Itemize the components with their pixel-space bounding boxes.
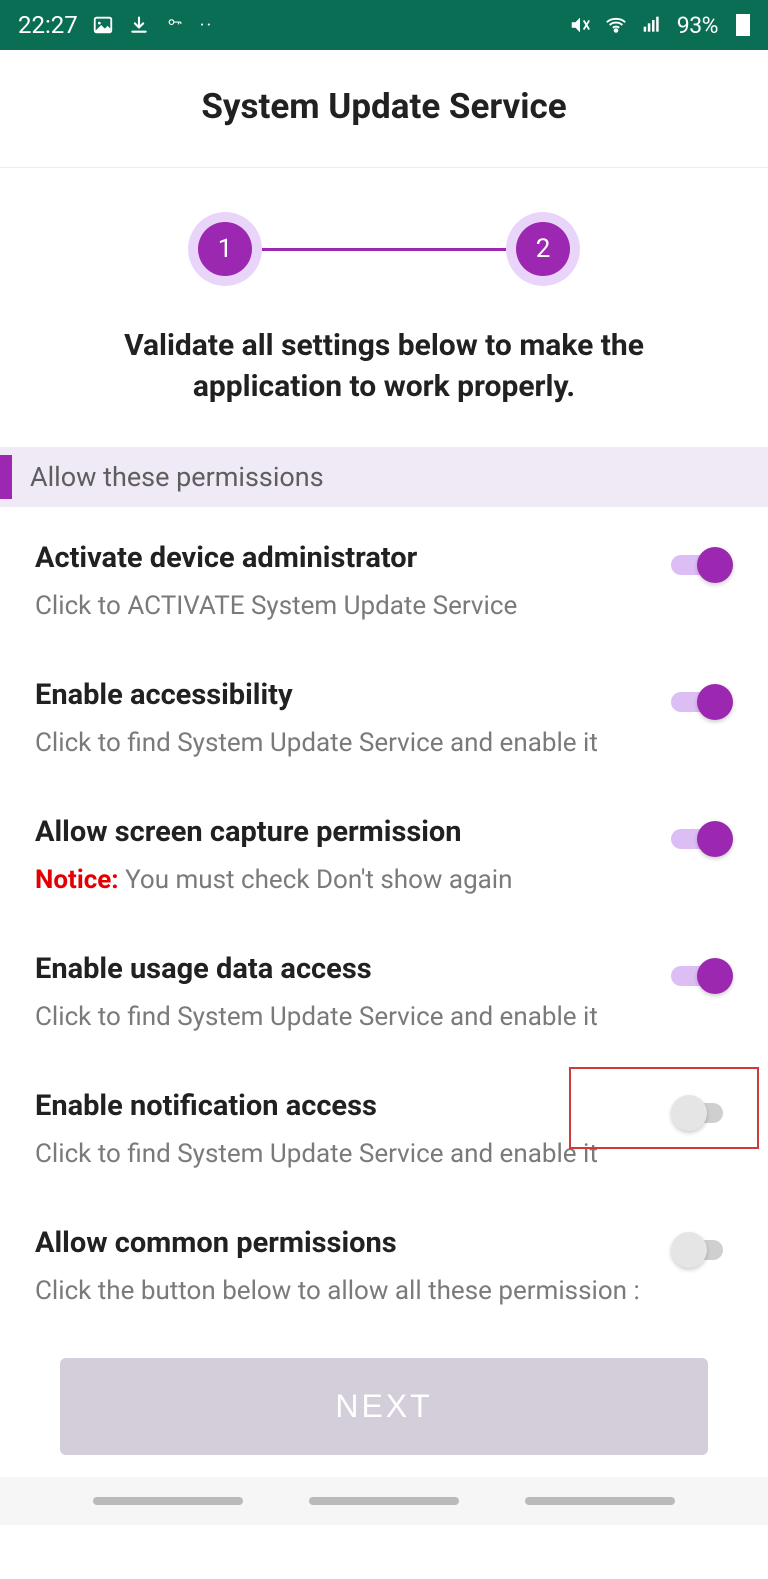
permission-item[interactable]: Enable usage data access Click to find Sy…: [0, 924, 768, 1061]
permission-toggle[interactable]: [671, 547, 733, 583]
back-button[interactable]: [525, 1497, 675, 1505]
permission-toggle[interactable]: [671, 821, 733, 857]
permission-toggle[interactable]: [671, 1232, 733, 1268]
permission-toggle[interactable]: [671, 684, 733, 720]
download-icon: [128, 14, 150, 36]
permission-item[interactable]: Enable accessibility Click to find System…: [0, 650, 768, 787]
toggle-on[interactable]: [671, 821, 733, 857]
toggle-off[interactable]: [671, 1232, 733, 1268]
permission-row: Allow common permissions: [0, 1198, 768, 1274]
subtitle-text: Validate all settings below to make the …: [0, 326, 768, 407]
permission-description: Click to find System Update Service and …: [0, 1000, 768, 1035]
permission-item[interactable]: Enable notification accessClick to find …: [0, 1061, 768, 1198]
permission-text: Enable accessibility: [35, 678, 671, 726]
permission-toggle[interactable]: [671, 958, 733, 994]
permission-description-text: Click to find System Update Service and …: [35, 728, 598, 758]
image-icon: [92, 14, 114, 36]
permission-text: Enable usage data access: [35, 952, 671, 1000]
step-2-number: 2: [516, 222, 570, 276]
signal-icon: [641, 14, 663, 36]
permission-row: Enable accessibility: [0, 650, 768, 726]
permissions-section-header: Allow these permissions: [0, 447, 768, 507]
permission-description: Click to ACTIVATE System Update Service: [0, 589, 768, 624]
mute-vibrate-icon: [569, 14, 591, 36]
permission-text: Allow screen capture permission: [35, 815, 671, 863]
permission-description: Click the button below to allow all thes…: [0, 1274, 768, 1309]
status-time: 22:27: [18, 11, 78, 39]
permission-title: Activate device administrator: [35, 541, 671, 575]
navigation-bar: [0, 1477, 768, 1525]
permission-title: Allow screen capture permission: [35, 815, 671, 849]
permission-title: Enable usage data access: [35, 952, 671, 986]
permission-row: Enable notification access: [0, 1061, 768, 1137]
permission-description-text: Click to find System Update Service and …: [35, 1002, 598, 1032]
notice-label: Notice:: [35, 865, 125, 895]
permission-description: Notice: You must check Don't show again: [0, 863, 768, 898]
permission-description-text: You must check Don't show again: [125, 865, 512, 895]
status-bar-left: 22:27 ··: [18, 11, 213, 39]
battery-icon: [736, 14, 750, 36]
status-bar: 22:27 ·· 93%: [0, 0, 768, 50]
toggle-off[interactable]: [671, 1095, 733, 1131]
permission-description-text: Click to ACTIVATE System Update Service: [35, 591, 517, 621]
wifi-icon: [605, 14, 627, 36]
permission-description-text: Click the button below to allow all thes…: [35, 1276, 640, 1306]
permission-item[interactable]: Allow screen capture permission Notice: Y…: [0, 787, 768, 924]
permission-text: Allow common permissions: [35, 1226, 671, 1274]
status-bar-right: 93%: [569, 12, 750, 39]
battery-percent: 93%: [677, 12, 718, 39]
step-2: 2: [506, 212, 580, 286]
permission-row: Activate device administrator: [0, 513, 768, 589]
permission-toggle[interactable]: [671, 1095, 733, 1131]
permission-text: Activate device administrator: [35, 541, 671, 589]
more-icon: ··: [200, 15, 213, 36]
permission-title: Allow common permissions: [35, 1226, 671, 1260]
permission-item[interactable]: Allow common permissions Click the button…: [0, 1198, 768, 1335]
page-title: System Update Service: [0, 50, 768, 168]
permission-description-text: Click to find System Update Service and …: [35, 1139, 598, 1169]
vpn-icon: [164, 14, 186, 36]
permissions-list: Activate device administrator Click to AC…: [0, 507, 768, 1342]
stepper: 1 2: [0, 168, 768, 326]
toggle-on[interactable]: [671, 684, 733, 720]
toggle-on[interactable]: [671, 958, 733, 994]
permission-title: Enable accessibility: [35, 678, 671, 712]
next-button[interactable]: NEXT: [60, 1358, 708, 1455]
permissions-section-label: Allow these permissions: [30, 461, 324, 493]
permission-row: Allow screen capture permission: [0, 787, 768, 863]
toggle-on[interactable]: [671, 547, 733, 583]
recents-button[interactable]: [93, 1497, 243, 1505]
permission-item[interactable]: Activate device administrator Click to AC…: [0, 513, 768, 650]
step-1-number: 1: [198, 222, 252, 276]
permission-row: Enable usage data access: [0, 924, 768, 1000]
home-button[interactable]: [309, 1497, 459, 1505]
step-connector: [262, 248, 506, 251]
step-1: 1: [188, 212, 262, 286]
permission-description: Click to find System Update Service and …: [0, 726, 768, 761]
